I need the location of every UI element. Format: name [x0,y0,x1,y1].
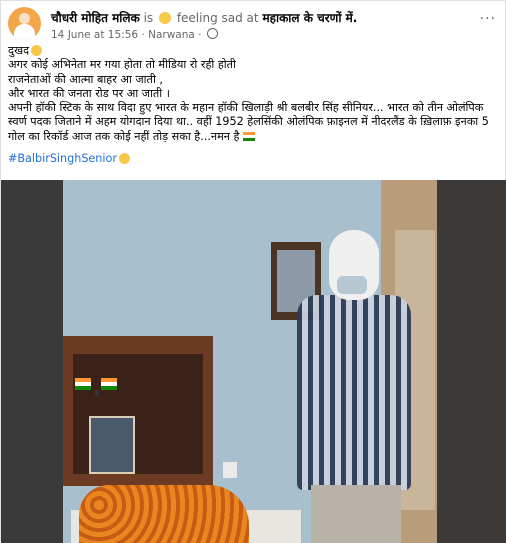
meta-separator-2: · [198,29,202,41]
photo-socket [223,462,237,478]
avatar-head [19,13,30,24]
meta-separator: · [141,29,145,41]
location-link[interactable]: महाकाल के चरणों में. [262,11,357,25]
post-time[interactable]: 14 June at 15:56 [51,29,138,41]
post-line: और भारत की जनता रोड पर आ जाती । [8,86,170,100]
photo-right-edge [437,180,506,543]
photo-man-pants [311,485,401,543]
author-line: चौधरी मोहित मलिक is feeling sad at महाका… [51,9,357,26]
feeling-text: feeling sad at [176,11,259,25]
hashtag-line: #BalbirSinghSenior [8,152,500,166]
sad-face-icon [31,45,43,56]
desk-flags-icon [75,378,117,396]
feeling-prefix: is [143,11,154,25]
post-photo[interactable] [1,180,506,543]
profile-avatar[interactable] [8,7,41,40]
post-line: अपनी हॉकी स्टिक के साथ विदा हुए भारत के … [8,101,500,144]
post-meta: 14 June at 15:56 · Narwana · [51,28,218,41]
more-options-button[interactable]: ··· [480,11,496,27]
post-line-text: दुखद [8,44,30,57]
hashtag-link[interactable]: #BalbirSinghSenior [8,152,117,165]
photo-portrait [89,416,135,474]
photo-man-mask [337,276,367,294]
post-line: दुखद [8,44,500,58]
sad-face-icon [158,12,171,24]
photo-man-shirt [297,295,411,490]
post-body: दुखद अगर कोई अभिनेता मर गया होता तो मीडि… [8,44,500,166]
globe-icon [206,28,218,39]
photo-left-edge [1,180,63,543]
india-flag-icon [242,131,255,141]
post-place[interactable]: Narwana [148,29,195,41]
facebook-post: चौधरी मोहित मलिक is feeling sad at महाका… [0,0,506,543]
sad-face-icon [118,153,130,165]
post-line: राजनेताओं की आत्मा बाहर आ जाती , [8,72,163,86]
photo-flowers [79,485,249,543]
author-name[interactable]: चौधरी मोहित मलिक [51,11,140,25]
post-header: चौधरी मोहित मलिक is feeling sad at महाका… [8,7,500,41]
avatar-body [14,24,35,40]
post-line: अगर कोई अभिनेता मर गया होता तो मीडिया रो… [8,58,236,72]
